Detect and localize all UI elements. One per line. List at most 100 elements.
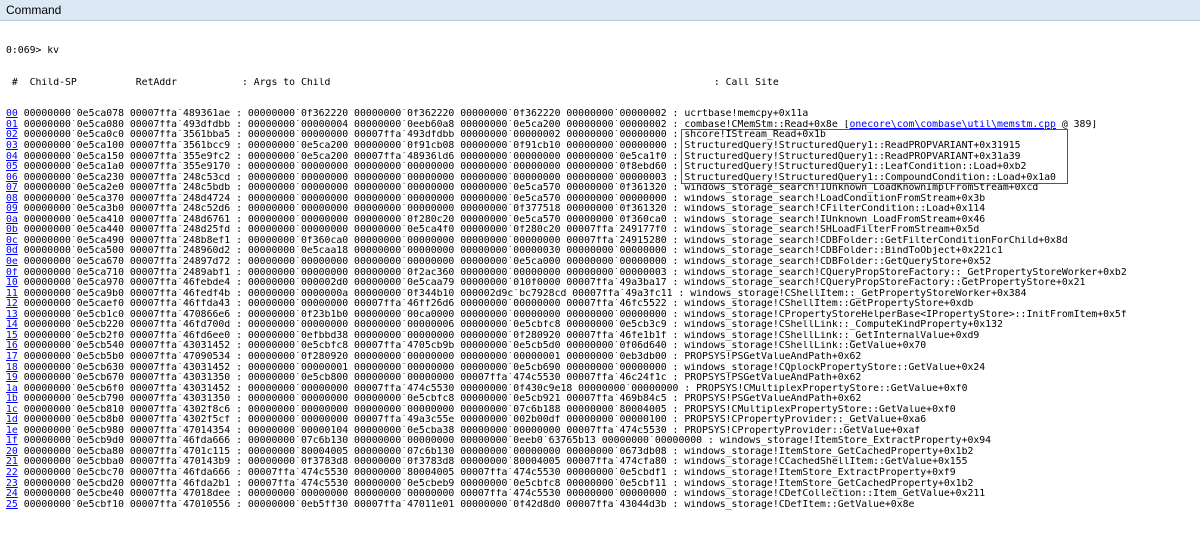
child-sp: 00000000`0e5ca0c0 — [23, 130, 124, 141]
child-sp: 00000000`0e5ca9b0 — [23, 288, 124, 299]
frame-number-link[interactable]: 24 — [6, 489, 18, 499]
stack-frame-row: 17 00000000`0e5cb5b0 00007ffa`47090534 :… — [6, 351, 862, 362]
args-to-child: 00007ffa`474c5530 00000000`0e5cbeb9 0000… — [247, 478, 667, 489]
frame-number-link[interactable]: 16 — [6, 341, 18, 351]
frame-number-link[interactable]: 02 — [6, 130, 18, 140]
stack-frame-row: 05 00000000`0e5ca1a0 00007ffa`355e9170 :… — [6, 162, 1027, 173]
args-to-child: 00000000`0f360ca0 00000000`00000000 0000… — [247, 235, 667, 246]
frame-number-link[interactable]: 0a — [6, 215, 18, 225]
frame-number-link[interactable]: 18 — [6, 363, 18, 373]
child-sp: 00000000`0e5cbe40 — [23, 489, 124, 500]
frame-number-link[interactable]: 06 — [6, 173, 18, 183]
child-sp: 00000000`0e5ca440 — [23, 225, 124, 236]
frame-number-link[interactable]: 20 — [6, 447, 18, 457]
args-to-child: 00000000`0f3783d8 00000000`0f3783d8 0000… — [247, 457, 667, 468]
call-site: StructuredQuery!StructuredQuery1::Compou… — [684, 172, 1056, 183]
ret-addr: 00007ffa`493dfdbb — [129, 119, 231, 130]
frame-number-link[interactable]: 1a — [6, 384, 18, 394]
call-site: windows_storage_search!CDBFolder::GetFil… — [684, 235, 1068, 246]
frame-number-link[interactable]: 01 — [6, 120, 18, 130]
ret-addr: 00007ffa`2489abf1 — [129, 267, 231, 278]
stack-frame-row: 1b 00000000`0e5cb790 00007ffa`43031350 :… — [6, 394, 862, 405]
ret-addr: 00007ffa`47014354 — [129, 425, 231, 436]
call-site: windows_storage!CQplockPropertyStore::Ge… — [684, 362, 986, 373]
frame-number-link[interactable]: 13 — [6, 310, 18, 320]
frame-number-link[interactable]: 09 — [6, 204, 18, 214]
stack-frame-row: 21 00000000`0e5cbba0 00007ffa`470143b9 :… — [6, 457, 968, 468]
args-to-child: 00000000`0efbbd38 00000000`00000000 0000… — [247, 330, 667, 341]
stack-frame-row: 0b 00000000`0e5ca440 00007ffa`248d25fd :… — [6, 225, 980, 236]
frame-number-link[interactable]: 11 — [6, 289, 18, 299]
ret-addr: 00007ffa`355e9170 — [129, 162, 231, 173]
call-site: windows_storage_search!CFilterCondition:… — [684, 204, 986, 215]
frame-number-link[interactable]: 0b — [6, 225, 18, 235]
frame-number-link[interactable]: 14 — [6, 320, 18, 330]
window-title: Command — [6, 3, 62, 17]
call-site: windows_storage_search!IUnknown_LoadKnow… — [684, 183, 1039, 194]
child-sp: 00000000`0e5cb810 — [23, 404, 124, 415]
args-to-child: 00000000`00000000 00007ffa`46ff26d6 0000… — [247, 299, 667, 310]
frame-number-link[interactable]: 1b — [6, 394, 18, 404]
child-sp: 00000000`0e5cb670 — [23, 373, 124, 384]
ret-addr: 00007ffa`43031452 — [129, 362, 231, 373]
frame-number-link[interactable]: 04 — [6, 152, 18, 162]
source-file-link[interactable]: onecore\com\combase\util\memstm.cpp — [850, 120, 1056, 130]
call-site: PROPSYS!CMultiplexPropertyStore::GetValu… — [684, 404, 956, 415]
ret-addr: 00007ffa`46febde4 — [129, 278, 231, 289]
frame-number-link[interactable]: 0c — [6, 236, 18, 246]
stack-frame-row: 06 00000000`0e5ca230 00007ffa`248c53cd :… — [6, 172, 1056, 183]
frame-number-link[interactable]: 1c — [6, 405, 18, 415]
frame-number-link[interactable]: 1d — [6, 415, 18, 425]
stack-frame-row: 1d 00000000`0e5cb8b0 00007ffa`4302f5cf :… — [6, 415, 927, 426]
frame-number-link[interactable]: 19 — [6, 373, 18, 383]
ret-addr: 00007ffa`3561bcc9 — [129, 141, 231, 152]
args-to-child: 00000000`0f362220 00000000`0f362220 0000… — [247, 109, 667, 120]
child-sp: 00000000`0e5ca080 — [23, 119, 124, 130]
ret-addr: 00007ffa`3561bba5 — [129, 130, 231, 141]
frame-number-link[interactable]: 25 — [6, 500, 18, 510]
command-output[interactable]: 0:069> kv # Child-SP RetAddr : Args to C… — [0, 21, 1200, 533]
child-sp: 00000000`0e5ca970 — [23, 278, 124, 289]
child-sp: 00000000`0e5cb5b0 — [23, 351, 124, 362]
frame-number-link[interactable]: 0d — [6, 246, 18, 256]
call-site: windows_storage_search!IUnknown_LoadFrom… — [684, 214, 986, 225]
call-site: windows_storage_search!CDBFolder::BindTo… — [684, 246, 1003, 257]
frame-number-link[interactable]: 08 — [6, 194, 18, 204]
frame-number-link[interactable]: 1f — [6, 436, 18, 446]
frame-number-link[interactable]: 1e — [6, 426, 18, 436]
frame-number-link[interactable]: 03 — [6, 141, 18, 151]
frame-number-link[interactable]: 21 — [6, 457, 18, 467]
frame-number-link[interactable]: 0f — [6, 268, 18, 278]
args-to-child: 00000000`00000000 00007ffa`49a3c55e 0000… — [247, 415, 667, 426]
stack-frame-row: 0f 00000000`0e5ca710 00007ffa`2489abf1 :… — [6, 267, 1127, 278]
stack-frame-row: 0a 00000000`0e5ca410 00007ffa`248d6761 :… — [6, 214, 986, 225]
frame-number-link[interactable]: 22 — [6, 468, 18, 478]
args-to-child: 00000000`0e5cb800 00000000`00000000 0000… — [247, 373, 667, 384]
ret-addr: 00007ffa`24897d72 — [129, 257, 231, 268]
call-site: windows_storage_search!CQueryPropStoreFa… — [684, 278, 1086, 289]
ret-addr: 00007ffa`46fda666 — [129, 436, 231, 447]
frame-number-link[interactable]: 17 — [6, 352, 18, 362]
frame-number-link[interactable]: 00 — [6, 109, 18, 119]
frame-number-link[interactable]: 10 — [6, 278, 18, 288]
stack-frame-row: 1f 00000000`0e5cb9d0 00007ffa`46fda666 :… — [6, 436, 992, 447]
child-sp: 00000000`0e5ca410 — [23, 214, 124, 225]
frame-number-link[interactable]: 05 — [6, 162, 18, 172]
command-prompt: 0:069> kv — [6, 46, 60, 57]
ret-addr: 00007ffa`489361ae — [129, 109, 231, 120]
ret-addr: 00007ffa`43031350 — [129, 394, 231, 405]
child-sp: 00000000`0e5cbd20 — [23, 478, 124, 489]
frame-number-link[interactable]: 0e — [6, 257, 18, 267]
frame-number-link[interactable]: 07 — [6, 183, 18, 193]
frame-number-link[interactable]: 15 — [6, 331, 18, 341]
frame-number-link[interactable]: 12 — [6, 299, 18, 309]
ret-addr: 00007ffa`248960d2 — [129, 246, 231, 257]
args-to-child: 00000000`00000000 00000000`00000000 0000… — [247, 172, 667, 183]
stack-frame-row: 08 00000000`0e5ca370 00007ffa`248d4724 :… — [6, 193, 986, 204]
call-site: PROPSYS!PSGetValueAndPath+0x62 — [684, 394, 862, 405]
ret-addr: 00007ffa`355e9fc2 — [129, 151, 231, 162]
stack-frame-row: 1a 00000000`0e5cb6f0 00007ffa`43031452 :… — [6, 383, 968, 394]
stack-frame-row: 22 00000000`0e5cbc70 00007ffa`46fda666 :… — [6, 467, 956, 478]
child-sp: 00000000`0e5cb1c0 — [23, 309, 124, 320]
frame-number-link[interactable]: 23 — [6, 479, 18, 489]
